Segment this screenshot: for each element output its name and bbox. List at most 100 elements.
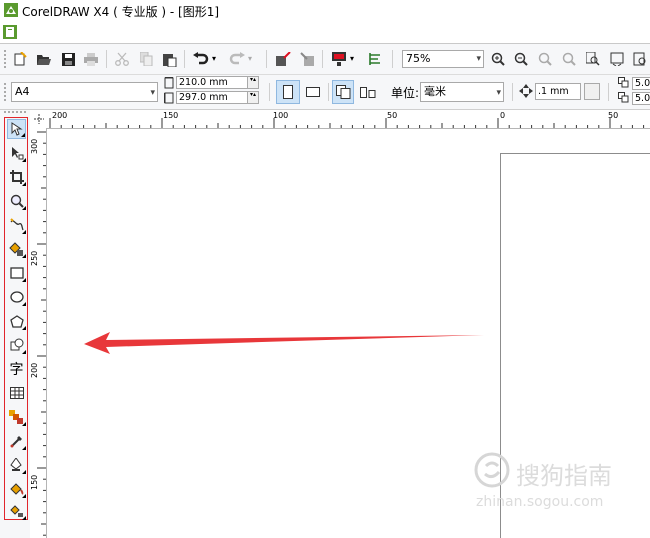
- ruler-origin-corner[interactable]: [30, 110, 46, 128]
- smart-fill-tool-button[interactable]: [7, 239, 26, 259]
- pick-tool-button[interactable]: [7, 119, 26, 139]
- shape-tool-button[interactable]: [7, 143, 26, 163]
- all-pages-button[interactable]: [332, 80, 354, 104]
- units-label: 单位:: [391, 86, 420, 100]
- zoom-to-all-objects-icon[interactable]: [560, 50, 578, 68]
- flyout-indicator: [22, 254, 26, 258]
- duplicate-y-value: 5.0: [635, 93, 650, 104]
- watermark: 搜狗指南 zhinan.sogou.com: [474, 452, 644, 512]
- open-folder-icon[interactable]: [34, 50, 52, 68]
- cut-icon[interactable]: [113, 50, 131, 68]
- launcher-dropdown-icon[interactable]: ▾: [350, 54, 354, 63]
- undo-dropdown-icon[interactable]: ▾: [212, 54, 216, 63]
- flyout-indicator: [22, 158, 26, 162]
- duplicate-y-field[interactable]: 5.0: [632, 92, 650, 105]
- zoom-to-selected-icon[interactable]: [536, 50, 554, 68]
- zoom-to-page-icon[interactable]: [584, 50, 602, 68]
- flyout-indicator: [22, 182, 26, 186]
- toolbar-separator: [269, 83, 270, 101]
- page-width-spinner[interactable]: ▾▴: [247, 76, 259, 89]
- redo-dropdown-icon[interactable]: ▾: [248, 54, 252, 63]
- toolbar-grip[interactable]: [4, 50, 9, 68]
- all-pages-icon: [336, 85, 351, 99]
- new-document-icon[interactable]: [11, 50, 29, 68]
- nudge-distance-value: .1 mm: [538, 86, 569, 97]
- toolbar-separator: [266, 50, 267, 68]
- table-tool-button[interactable]: [7, 383, 26, 403]
- watermark-title: 搜狗指南: [516, 462, 612, 490]
- page-height-spinner[interactable]: ▾▴: [247, 91, 259, 104]
- basic-shapes-tool-button[interactable]: [7, 335, 26, 355]
- nudge-distance-spinner[interactable]: [584, 83, 600, 100]
- watermark-logo-icon: [474, 452, 510, 488]
- freehand-tool-button[interactable]: [7, 215, 26, 235]
- rectangle-tool-button[interactable]: [7, 263, 26, 283]
- vertical-ruler[interactable]: 300 250 200 150: [30, 128, 47, 538]
- interactive-fill-tool-button[interactable]: [7, 501, 26, 521]
- ruler-origin-icon: [34, 114, 44, 124]
- interactive-blend-tool-button[interactable]: [7, 407, 26, 427]
- current-page-button[interactable]: [357, 80, 379, 104]
- toolbar-separator: [184, 50, 185, 68]
- document-icon[interactable]: [3, 25, 17, 39]
- landscape-button[interactable]: [302, 80, 324, 104]
- eyedropper-tool-button[interactable]: [7, 431, 26, 451]
- zoom-tool-button[interactable]: [7, 191, 26, 211]
- page-size-combo[interactable]: A4 ▾: [11, 82, 158, 102]
- undo-icon[interactable]: [192, 50, 210, 68]
- toolbar-grip[interactable]: [4, 83, 9, 101]
- outline-tool-button[interactable]: [7, 455, 26, 475]
- fill-tool-button[interactable]: [7, 479, 26, 499]
- welcome-screen-icon[interactable]: [366, 50, 384, 68]
- zoom-level-combo[interactable]: 75% ▾: [402, 50, 484, 68]
- toolbox: 字: [4, 117, 28, 520]
- copy-icon[interactable]: [137, 50, 155, 68]
- crop-tool-button[interactable]: [7, 167, 26, 187]
- flyout-indicator: [22, 516, 26, 520]
- duplicate-x-icon: [618, 77, 629, 88]
- zoom-to-page-width-icon[interactable]: [608, 50, 626, 68]
- paste-icon[interactable]: [161, 50, 179, 68]
- landscape-page-icon: [306, 87, 320, 97]
- ruler-label: 300: [30, 138, 39, 154]
- zoom-in-icon[interactable]: [489, 50, 507, 68]
- units-combo[interactable]: 毫米 ▾: [420, 82, 504, 102]
- menu-bar: [0, 22, 650, 44]
- flyout-indicator: [22, 494, 26, 498]
- portrait-button[interactable]: [276, 80, 300, 104]
- nudge-distance-field[interactable]: .1 mm: [535, 83, 581, 100]
- toolbar-separator: [608, 83, 609, 101]
- horizontal-ruler[interactable]: 200 150 100 50 0 50: [30, 110, 650, 129]
- chevron-down-icon: ▾: [496, 88, 501, 98]
- page-border-top: [500, 153, 650, 154]
- polygon-tool-button[interactable]: [7, 311, 26, 331]
- redo-icon[interactable]: [228, 50, 246, 68]
- toolbar-separator: [328, 83, 329, 101]
- export-icon[interactable]: [298, 50, 316, 68]
- import-icon[interactable]: [274, 50, 292, 68]
- page-height-value: 297.0 mm: [179, 92, 228, 103]
- toolbar-separator: [106, 50, 107, 68]
- standard-toolbar: ▾ ▾ ▾ 75% ▾: [0, 44, 650, 75]
- page-width-field[interactable]: 210.0 mm: [176, 76, 248, 89]
- zoom-out-icon[interactable]: [512, 50, 530, 68]
- print-icon[interactable]: [82, 50, 100, 68]
- application-launcher-icon[interactable]: [330, 50, 348, 68]
- page-size-value: A4: [15, 85, 30, 98]
- flyout-indicator: [22, 302, 26, 306]
- zoom-to-page-height-icon[interactable]: [631, 50, 649, 68]
- text-tool-button[interactable]: 字: [7, 359, 26, 379]
- duplicate-x-field[interactable]: 5.0: [632, 77, 650, 90]
- ellipse-tool-button[interactable]: [7, 287, 26, 307]
- toolbox-grip[interactable]: [4, 111, 26, 116]
- save-icon[interactable]: [59, 50, 77, 68]
- chevron-down-icon: ▾: [476, 54, 481, 64]
- toolbar-separator: [392, 50, 393, 68]
- duplicate-x-value: 5.0: [635, 78, 650, 89]
- units-value: 毫米: [424, 85, 446, 98]
- property-bar: A4 ▾ 210.0 mm ▾▴ 297.0 mm ▾▴ 单位: 毫米 ▾ .1…: [0, 75, 650, 110]
- page-height-field[interactable]: 297.0 mm: [176, 91, 248, 104]
- portrait-page-icon: [283, 85, 293, 99]
- ruler-label: 100: [273, 111, 289, 120]
- ruler-label: 250: [30, 250, 39, 266]
